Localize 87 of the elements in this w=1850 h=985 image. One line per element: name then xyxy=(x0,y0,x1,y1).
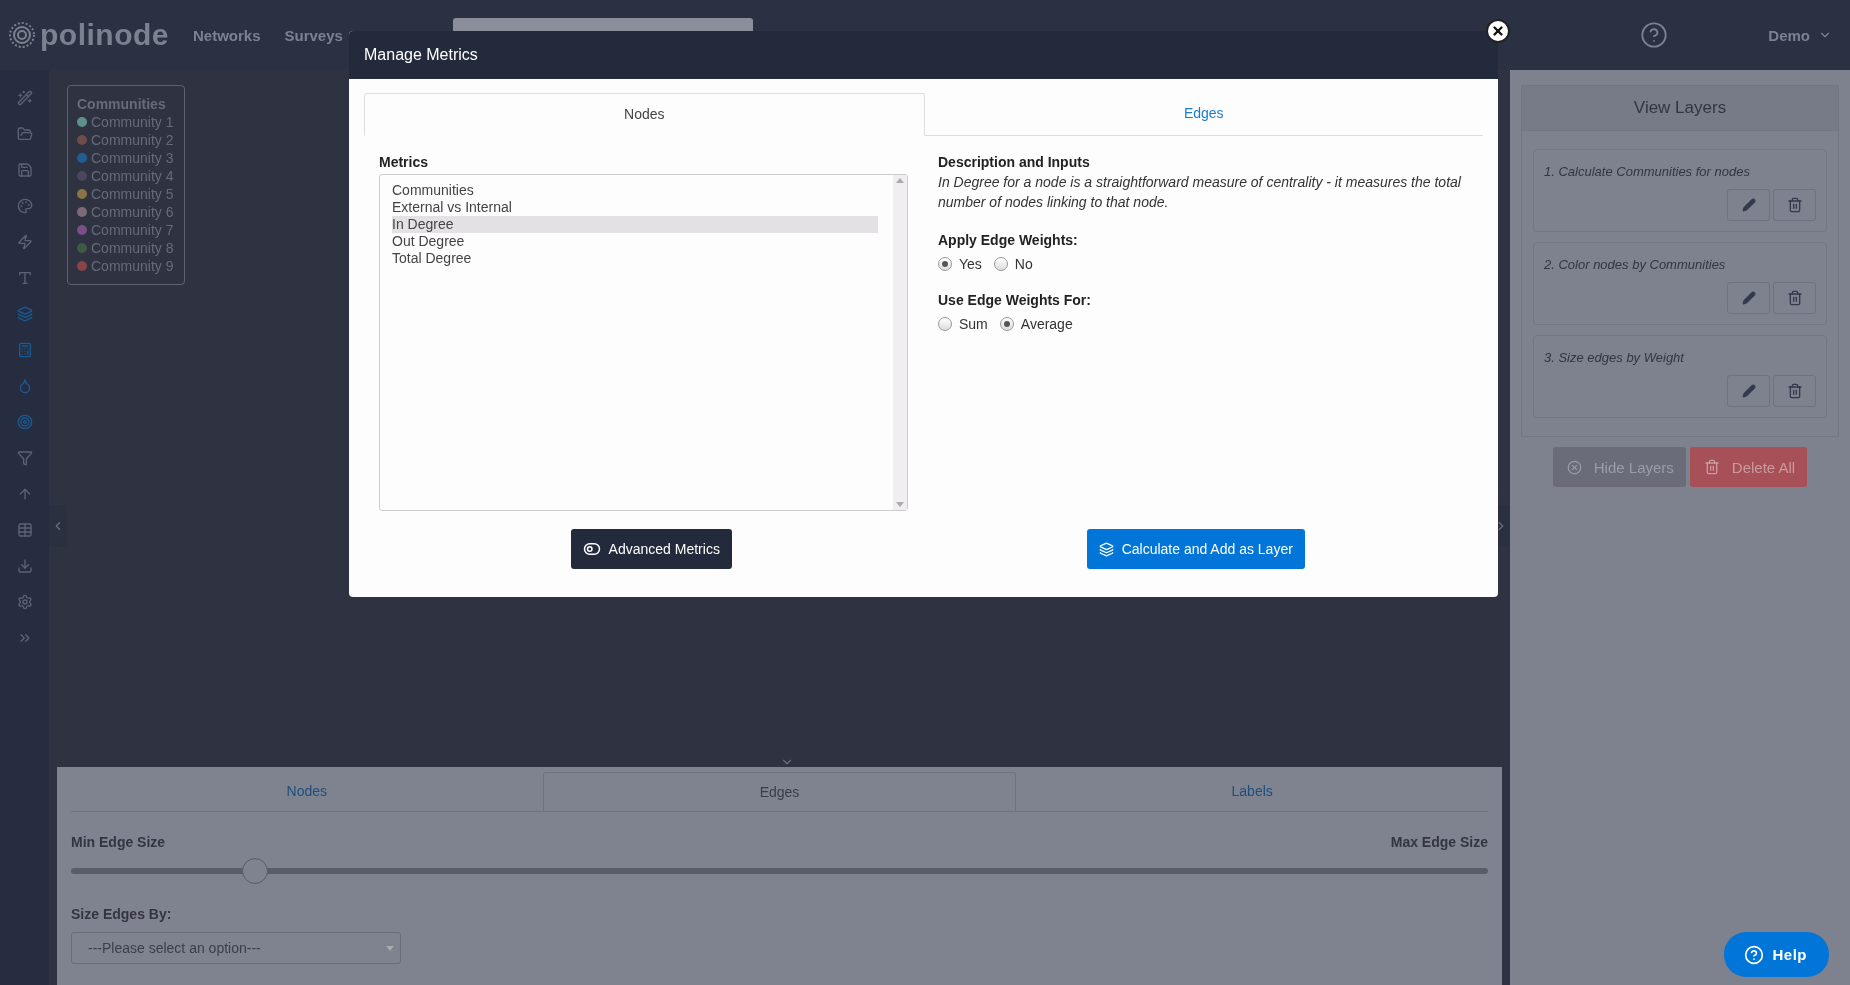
min-size-label: Min Edge Size xyxy=(71,834,166,850)
dialog-tab[interactable]: Edges xyxy=(924,93,1483,135)
trash-icon xyxy=(1786,290,1803,306)
calculate-button[interactable]: Calculate and Add as Layer xyxy=(1086,529,1305,569)
radio-label: No xyxy=(1014,256,1033,272)
legend-label: Community 9 xyxy=(91,258,174,274)
option-group-label: Use Edge Weights For: xyxy=(938,292,1092,308)
dialog-tab[interactable]: Nodes xyxy=(364,93,925,136)
layers-title: View Layers xyxy=(1522,86,1838,131)
radio-button[interactable] xyxy=(938,257,952,271)
description-title: Description and Inputs xyxy=(938,154,1091,170)
max-size-label: Max Edge Size xyxy=(1390,834,1488,850)
pencil-icon xyxy=(1741,198,1756,212)
layer-label: 1. Calculate Communities for nodes xyxy=(1544,164,1751,179)
pencil-icon xyxy=(1741,384,1756,398)
help-icon xyxy=(1744,944,1765,965)
metrics-label: Metrics xyxy=(379,154,430,170)
delete-button[interactable] xyxy=(1773,189,1816,221)
panel-tab[interactable]: Nodes xyxy=(71,772,543,811)
metric-option[interactable]: Out Degree xyxy=(392,233,878,250)
metric-option[interactable]: Total Degree xyxy=(392,250,878,267)
logo-icon xyxy=(8,21,36,49)
user-menu[interactable]: Demo xyxy=(1768,26,1832,44)
text-icon[interactable] xyxy=(16,270,33,286)
close-circle-icon xyxy=(1566,459,1582,475)
legend-label: Community 6 xyxy=(91,204,174,220)
metric-option[interactable]: In Degree xyxy=(392,216,878,233)
radio-button[interactable] xyxy=(999,317,1014,331)
calculator-icon[interactable] xyxy=(16,342,33,358)
layers-icon xyxy=(1098,541,1114,557)
radio-button[interactable] xyxy=(938,317,952,331)
radio-button[interactable] xyxy=(993,257,1008,271)
layers-icon[interactable] xyxy=(16,306,33,322)
layer-label: 2. Color nodes by Communities xyxy=(1544,257,1727,272)
metric-option[interactable]: Communities xyxy=(392,182,878,199)
close-icon xyxy=(1491,24,1505,38)
nav-link[interactable]: Surveys xyxy=(284,26,343,44)
slider-thumb[interactable] xyxy=(242,858,269,884)
nav-link[interactable]: Networks xyxy=(193,26,261,44)
wand-icon[interactable] xyxy=(16,90,33,106)
metric-option[interactable]: External vs Internal xyxy=(392,199,878,216)
table-icon[interactable] xyxy=(16,522,33,538)
description-text: In Degree for a node is a straightforward measure of centrality - it measures the total number of nodes linking to that node. xyxy=(938,173,1462,212)
trash-icon xyxy=(1786,383,1803,399)
palette-icon[interactable] xyxy=(16,198,33,214)
edit-button[interactable] xyxy=(1727,282,1770,314)
scrollbar[interactable] xyxy=(893,175,907,510)
trash-icon xyxy=(1786,197,1803,213)
edit-button[interactable] xyxy=(1727,375,1770,407)
legend-label: Community 5 xyxy=(91,186,174,202)
filter-icon[interactable] xyxy=(16,450,33,466)
panel-tab[interactable]: Labels xyxy=(1016,772,1488,811)
size-by-select[interactable]: ---Please select an option--- xyxy=(71,932,401,964)
settings-icon[interactable] xyxy=(16,594,33,610)
option-group-label: Apply Edge Weights: xyxy=(938,232,1079,248)
target-icon[interactable] xyxy=(16,414,33,430)
lightning-icon[interactable] xyxy=(16,234,33,250)
download-icon[interactable] xyxy=(16,558,33,574)
layer-label: 3. Size edges by Weight xyxy=(1544,350,1686,365)
delete-button[interactable] xyxy=(1773,375,1816,407)
advanced-metrics-button[interactable]: Advanced Metrics xyxy=(570,529,732,569)
panel-tab[interactable]: Edges xyxy=(542,772,1017,811)
radio-label: Yes xyxy=(959,256,982,272)
help-icon[interactable] xyxy=(1640,21,1669,49)
delete-button[interactable] xyxy=(1773,282,1816,314)
metrics-list[interactable]: Communities External vs Internal In Degree Out Degree Total Degree xyxy=(379,174,908,511)
folder-icon[interactable] xyxy=(16,126,33,142)
trash-icon xyxy=(1703,459,1720,475)
save-icon[interactable] xyxy=(16,162,33,178)
edit-button[interactable] xyxy=(1727,189,1770,221)
radio-label: Sum xyxy=(959,316,988,332)
size-slider[interactable] xyxy=(71,858,1488,884)
logo-text[interactable]: polinode xyxy=(40,18,169,52)
dialog-title: Manage Metrics xyxy=(364,46,478,64)
collapse-left-icon[interactable] xyxy=(49,505,67,547)
legend-label: Community 3 xyxy=(91,150,174,166)
toggle-icon xyxy=(582,540,601,558)
legend-label: Community 2 xyxy=(91,132,174,148)
help-button[interactable]: Help xyxy=(1724,932,1829,977)
size-by-label: Size Edges By: xyxy=(71,906,173,922)
legend-label: Community 1 xyxy=(91,114,174,130)
pencil-icon xyxy=(1741,291,1756,305)
legend-label: Community 7 xyxy=(91,222,174,238)
legend-label: Community 4 xyxy=(91,168,174,184)
radio-label: Average xyxy=(1020,316,1073,332)
legend-title: Communities xyxy=(77,96,167,112)
legend-label: Community 8 xyxy=(91,240,174,256)
